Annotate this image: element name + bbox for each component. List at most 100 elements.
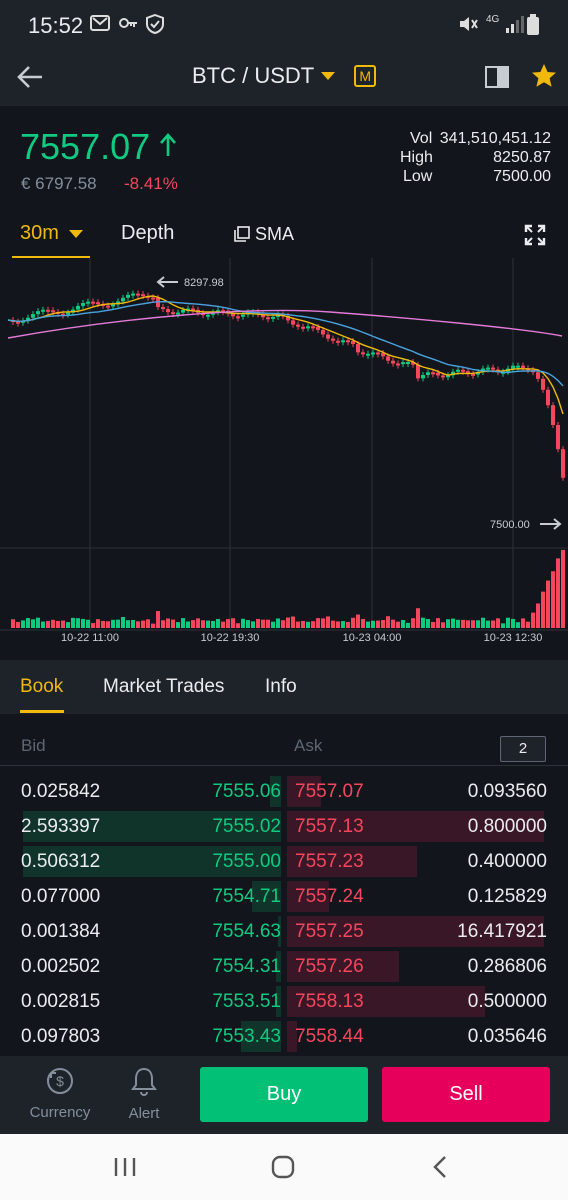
precision-selector[interactable]: 2 [500,736,546,762]
alert-label: Alert [128,1105,160,1122]
vol-value: 341,510,451.12 [439,130,551,147]
tab-market-trades[interactable]: Market Trades [103,676,224,698]
candle [161,307,165,310]
depth-tab[interactable]: Depth [121,222,174,245]
back-arrow-icon[interactable] [16,63,44,91]
recent-apps-icon[interactable] [113,1156,137,1178]
tab-info[interactable]: Info [265,676,297,698]
sell-button[interactable]: Sell [382,1067,550,1122]
candle [331,338,335,341]
currency-button[interactable]: $ Currency [20,1064,100,1126]
bid-qty: 2.593397 [21,816,101,837]
volume-bar [271,621,275,628]
currency-icon: $ [46,1068,73,1094]
candle [301,326,305,329]
status-bar: 15:52 4G [0,0,568,48]
volume-bar [126,620,130,628]
low-marker-label: 7500.00 [490,519,530,531]
bid-price: 7554.63 [212,921,281,942]
price-chart[interactable]: 8297.98 7500.00 10-22 11:00 10-22 19:30 10-2… [0,258,568,658]
ask-price: 7558.44 [295,1026,364,1047]
candle [36,311,40,315]
buy-button[interactable]: Buy [200,1067,368,1122]
volume-bar [101,620,105,628]
ask-qty: 0.286806 [467,956,547,977]
chart-toolbar: 30m Depth SMA [0,212,568,260]
candle [76,305,80,310]
ask-qty: 0.400000 [467,851,547,872]
volume-bar [361,618,365,628]
star-icon[interactable] [530,62,558,90]
candle [241,314,245,317]
chart-background [0,258,568,658]
bid-price: 7555.02 [212,816,281,837]
indicator-label: SMA [255,224,295,244]
candle [541,378,545,390]
bid-price: 7554.71 [212,886,281,907]
order-book-row[interactable]: 0.002502 7554.31 7557.26 0.286806 [0,949,568,984]
indicator-button[interactable]: SMA [234,224,294,245]
currency-label: Currency [29,1104,91,1121]
time-axis-label: 10-23 04:00 [343,632,402,644]
volume-bar [381,620,385,628]
volume-bar [206,620,210,628]
volume-bar [491,620,495,628]
volume-bar [151,623,155,628]
volume-bar [511,618,515,628]
candle [121,297,125,302]
order-book-row[interactable]: 0.097803 7553.43 7558.44 0.035646 [0,1019,568,1054]
volume-bar [211,620,215,628]
candle [361,352,365,355]
candle [516,365,520,368]
volume-bar [36,617,40,628]
tab-book[interactable]: Book [20,676,63,698]
order-book-row[interactable]: 0.025842 7555.06 7557.07 0.093560 [0,774,568,809]
candle [341,340,345,343]
volume-bar [236,623,240,628]
volume-bar [446,619,450,628]
bid-qty: 0.002815 [21,991,101,1012]
volume-bar [226,619,230,628]
bid-qty: 0.025842 [21,781,101,802]
volume-bar [451,618,455,628]
change-percent: -8.41% [124,174,178,193]
bid-qty: 0.002502 [21,956,101,977]
candle [136,293,140,296]
candle [266,317,270,320]
order-book-row[interactable]: 0.002815 7553.51 7558.13 0.500000 [0,984,568,1019]
back-icon[interactable] [432,1155,448,1179]
volume-bar [501,623,505,628]
candle [486,367,490,370]
order-book-row[interactable]: 0.077000 7554.71 7557.24 0.125829 [0,879,568,914]
pair-selector[interactable]: BTC / USDT M [192,63,377,89]
candle [321,329,325,335]
volume-bar [346,621,350,628]
bid-price: 7555.06 [212,781,281,802]
order-book-row[interactable]: 0.506312 7555.00 7557.23 0.400000 [0,844,568,879]
gmail-icon [90,15,110,31]
volume-bar [376,620,380,628]
volume-bar [321,618,325,628]
fullscreen-icon[interactable] [524,224,546,246]
order-book-row[interactable]: 2.593397 7555.02 7557.13 0.800000 [0,809,568,844]
interval-selector[interactable]: 30m [20,222,84,245]
volume-bar [16,621,20,628]
candle [536,372,540,379]
layout-icon[interactable] [484,64,510,90]
candle [176,312,180,315]
order-book-row[interactable]: 0.001384 7554.63 7557.25 16.417921 [0,914,568,949]
candle [376,352,380,355]
volume-bar [561,549,565,628]
volume-bar [266,619,270,628]
volume-bar [331,620,335,628]
volume-bar [231,618,235,628]
volume-bar [61,620,65,628]
volume-bar [136,621,140,628]
volume-bar [21,620,25,628]
high-value: 8250.87 [493,149,551,166]
bid-price: 7553.43 [212,1026,281,1047]
volume-bar [471,620,475,628]
alert-button[interactable]: Alert [114,1064,174,1126]
home-icon[interactable] [271,1155,295,1179]
candle [511,365,515,369]
